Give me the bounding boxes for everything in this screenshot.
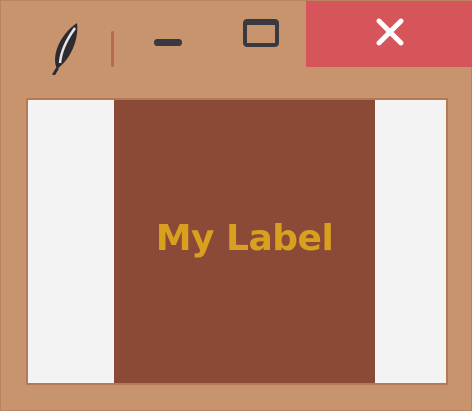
label-text: My Label (155, 218, 334, 259)
close-button[interactable] (306, 1, 472, 67)
close-icon (375, 17, 405, 51)
label-widget: My Label (114, 100, 375, 383)
minimize-button[interactable] (139, 1, 197, 69)
minimize-icon (154, 38, 182, 46)
app-window: My Label (0, 0, 472, 411)
title-bar[interactable] (1, 1, 472, 76)
maximize-icon (243, 19, 279, 47)
maximize-button[interactable] (227, 1, 295, 69)
title-separator (111, 31, 114, 67)
feather-icon (49, 19, 83, 76)
